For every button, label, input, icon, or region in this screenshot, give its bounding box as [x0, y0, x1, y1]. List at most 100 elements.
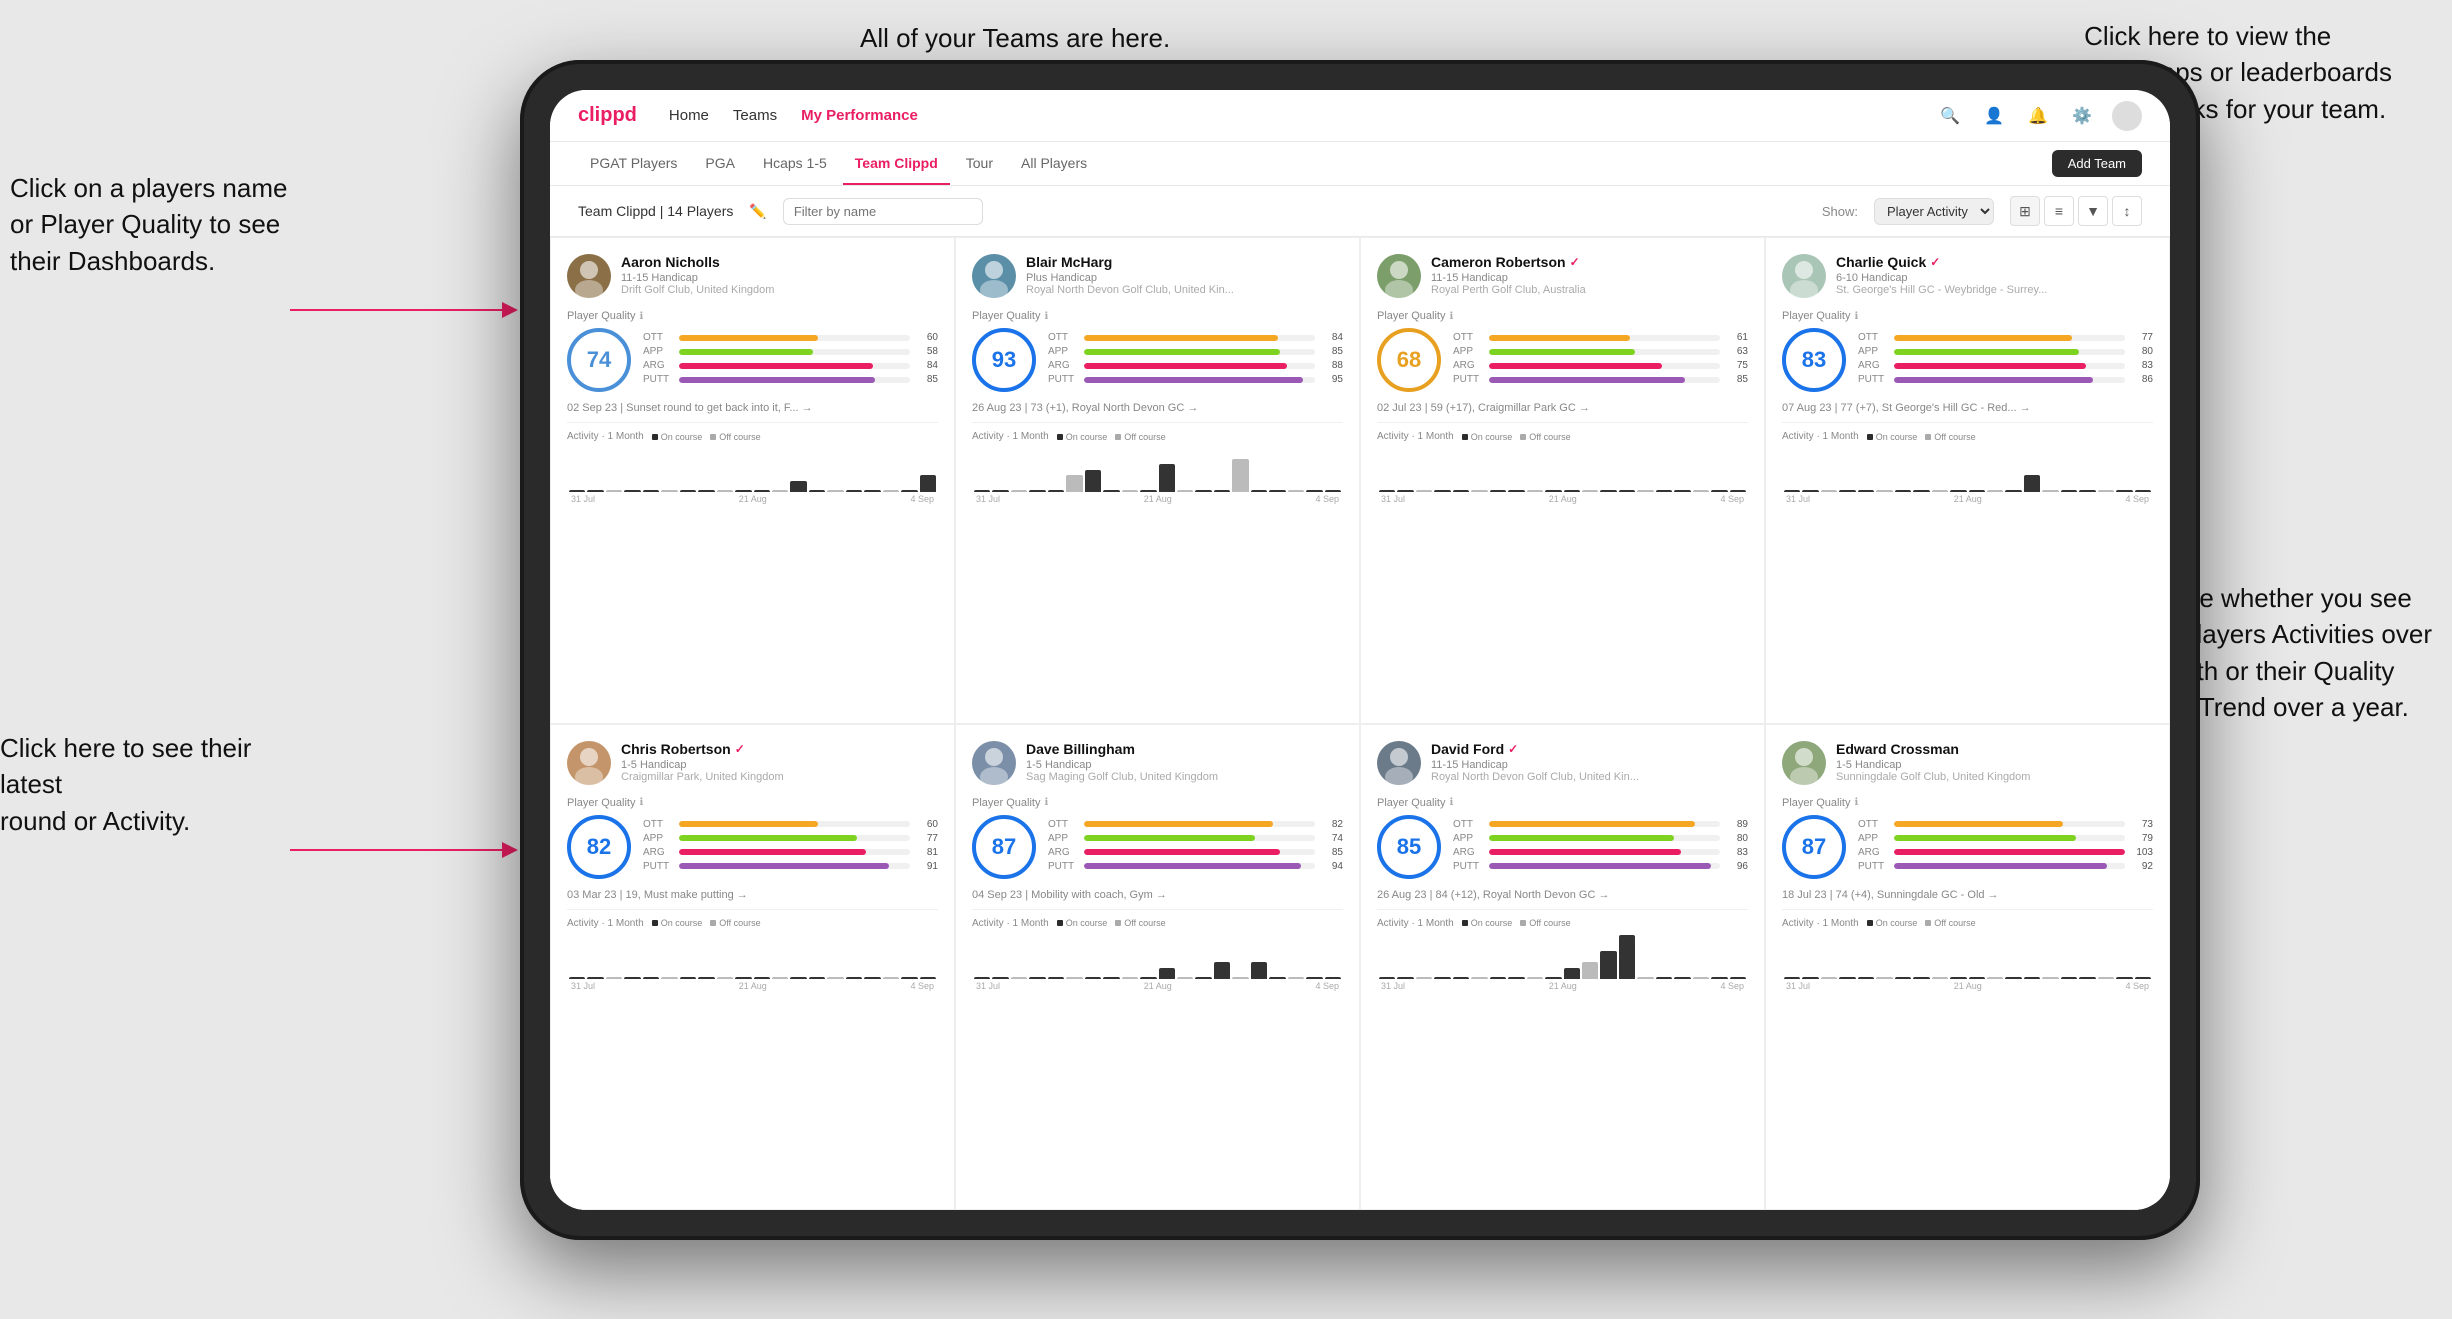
chart-label-mid: 21 Aug	[739, 981, 767, 991]
avatar[interactable]	[2112, 101, 2142, 131]
quality-score-circle[interactable]: 83	[1782, 328, 1846, 392]
chart-label-end: 4 Sep	[910, 981, 934, 991]
stat-bar-arg	[679, 849, 866, 855]
recent-round[interactable]: 07 Aug 23 | 77 (+7), St George's Hill GC…	[1782, 402, 2153, 414]
chart-bar	[901, 490, 917, 492]
search-input[interactable]	[783, 198, 983, 225]
logo[interactable]: clippd	[578, 104, 637, 127]
list-view-button[interactable]: ≡	[2044, 196, 2074, 226]
stat-bar-container	[1084, 335, 1315, 341]
add-team-button[interactable]: Add Team	[2052, 150, 2142, 177]
player-card[interactable]: David Ford ✓ 11-15 Handicap Royal North …	[1360, 724, 1765, 1211]
tab-pgat-players[interactable]: PGAT Players	[578, 142, 689, 185]
player-card[interactable]: Cameron Robertson ✓ 11-15 Handicap Royal…	[1360, 237, 1765, 724]
chart-bar	[809, 977, 825, 979]
nav-home[interactable]: Home	[669, 103, 709, 128]
recent-round[interactable]: 26 Aug 23 | 84 (+12), Royal North Devon …	[1377, 889, 1748, 901]
player-name[interactable]: Chris Robertson ✓	[621, 741, 938, 757]
filter-button[interactable]: ▼	[2078, 196, 2108, 226]
chart-bar	[920, 977, 936, 979]
stat-row: OTT 60	[643, 332, 938, 343]
stat-value: 84	[916, 360, 938, 371]
stat-value: 63	[1726, 346, 1748, 357]
verified-icon: ✓	[735, 742, 745, 756]
settings-icon[interactable]: ⚙️	[2068, 102, 2096, 130]
stat-label: ARG	[1858, 360, 1888, 371]
chart-bar	[1306, 490, 1322, 492]
player-name[interactable]: David Ford ✓	[1431, 741, 1748, 757]
player-card[interactable]: Blair McHarg Plus Handicap Royal North D…	[955, 237, 1360, 724]
stat-row: PUTT 95	[1048, 374, 1343, 385]
recent-round[interactable]: 18 Jul 23 | 74 (+4), Sunningdale GC - Ol…	[1782, 889, 2153, 901]
player-name[interactable]: Blair McHarg	[1026, 254, 1343, 270]
quality-score-circle[interactable]: 93	[972, 328, 1036, 392]
stat-row: PUTT 85	[643, 374, 938, 385]
player-card[interactable]: Edward Crossman 1-5 Handicap Sunningdale…	[1765, 724, 2170, 1211]
player-card[interactable]: Aaron Nicholls 11-15 Handicap Drift Golf…	[550, 237, 955, 724]
recent-round[interactable]: 02 Jul 23 | 59 (+17), Craigmillar Park G…	[1377, 402, 1748, 414]
player-name[interactable]: Dave Billingham	[1026, 741, 1343, 757]
chart-bar	[1434, 490, 1450, 492]
recent-round[interactable]: 03 Mar 23 | 19, Must make putting →	[567, 889, 938, 901]
sort-button[interactable]: ↕	[2112, 196, 2142, 226]
stat-value: 95	[1321, 374, 1343, 385]
quality-score-circle[interactable]: 87	[972, 815, 1036, 879]
chart-bar	[1969, 977, 1985, 979]
chart-bar	[1656, 490, 1672, 492]
player-name[interactable]: Aaron Nicholls	[621, 254, 938, 270]
grid-view-button[interactable]: ⊞	[2010, 196, 2040, 226]
off-course-label: Off course	[1529, 918, 1570, 928]
player-card[interactable]: Chris Robertson ✓ 1-5 Handicap Craigmill…	[550, 724, 955, 1211]
tab-all-players[interactable]: All Players	[1009, 142, 1099, 185]
stat-value: 74	[1321, 833, 1343, 844]
stat-bar-container	[1489, 863, 1720, 869]
player-card[interactable]: Charlie Quick ✓ 6-10 Handicap St. George…	[1765, 237, 2170, 724]
player-card[interactable]: Dave Billingham 1-5 Handicap Sag Maging …	[955, 724, 1360, 1211]
quality-section: Player Quality ℹ 87 OTT 82 APP 74 ARG 85	[972, 797, 1343, 879]
bell-icon[interactable]: 🔔	[2024, 102, 2052, 130]
quality-score-circle[interactable]: 87	[1782, 815, 1846, 879]
player-name[interactable]: Edward Crossman	[1836, 741, 2153, 757]
player-club: Royal North Devon Golf Club, United Kin.…	[1026, 284, 1343, 296]
on-course-label: On course	[661, 432, 703, 442]
stats-list: OTT 82 APP 74 ARG 85 PUTT 94	[1048, 819, 1343, 875]
off-course-dot	[1115, 434, 1121, 440]
player-name[interactable]: Cameron Robertson ✓	[1431, 254, 1748, 270]
quality-score-circle[interactable]: 74	[567, 328, 631, 392]
chart-bar	[1434, 977, 1450, 979]
activity-title: Activity · 1 Month	[1377, 431, 1454, 442]
quality-score-circle[interactable]: 82	[567, 815, 631, 879]
user-icon[interactable]: 👤	[1980, 102, 2008, 130]
stat-bar-putt	[1894, 863, 2107, 869]
tab-pga[interactable]: PGA	[693, 142, 747, 185]
stat-bar-arg	[1489, 363, 1662, 369]
tab-tour[interactable]: Tour	[954, 142, 1005, 185]
edit-icon[interactable]: ✏️	[749, 203, 766, 220]
chart-bar	[1103, 977, 1119, 979]
activity-legend: On course Off course	[1057, 918, 1166, 928]
stat-value: 83	[1726, 847, 1748, 858]
search-icon[interactable]: 🔍	[1936, 102, 1964, 130]
chart-bar	[2042, 490, 2058, 492]
avatar-svg	[1377, 254, 1421, 298]
tablet-frame: clippd Home Teams My Performance 🔍 👤 🔔 ⚙…	[520, 60, 2200, 1240]
tab-hcaps[interactable]: Hcaps 1-5	[751, 142, 839, 185]
quality-score-circle[interactable]: 85	[1377, 815, 1441, 879]
verified-icon: ✓	[1930, 255, 1940, 269]
chart-bar	[1711, 977, 1727, 979]
show-select[interactable]: Player Activity	[1874, 198, 1994, 225]
player-avatar	[567, 254, 611, 298]
tab-team-clippd[interactable]: Team Clippd	[843, 142, 950, 185]
recent-round[interactable]: 26 Aug 23 | 73 (+1), Royal North Devon G…	[972, 402, 1343, 414]
quality-section: Player Quality ℹ 87 OTT 73 APP 79 ARG 10…	[1782, 797, 2153, 879]
recent-round[interactable]: 04 Sep 23 | Mobility with coach, Gym →	[972, 889, 1343, 901]
chart-bar	[661, 490, 677, 492]
player-name[interactable]: Charlie Quick ✓	[1836, 254, 2153, 270]
stat-bar-container	[1489, 849, 1720, 855]
recent-round[interactable]: 02 Sep 23 | Sunset round to get back int…	[567, 402, 938, 414]
nav-my-performance[interactable]: My Performance	[801, 103, 918, 128]
stat-value: 96	[1726, 861, 1748, 872]
nav-teams[interactable]: Teams	[733, 103, 777, 128]
chart-bar	[2005, 977, 2021, 979]
quality-score-circle[interactable]: 68	[1377, 328, 1441, 392]
